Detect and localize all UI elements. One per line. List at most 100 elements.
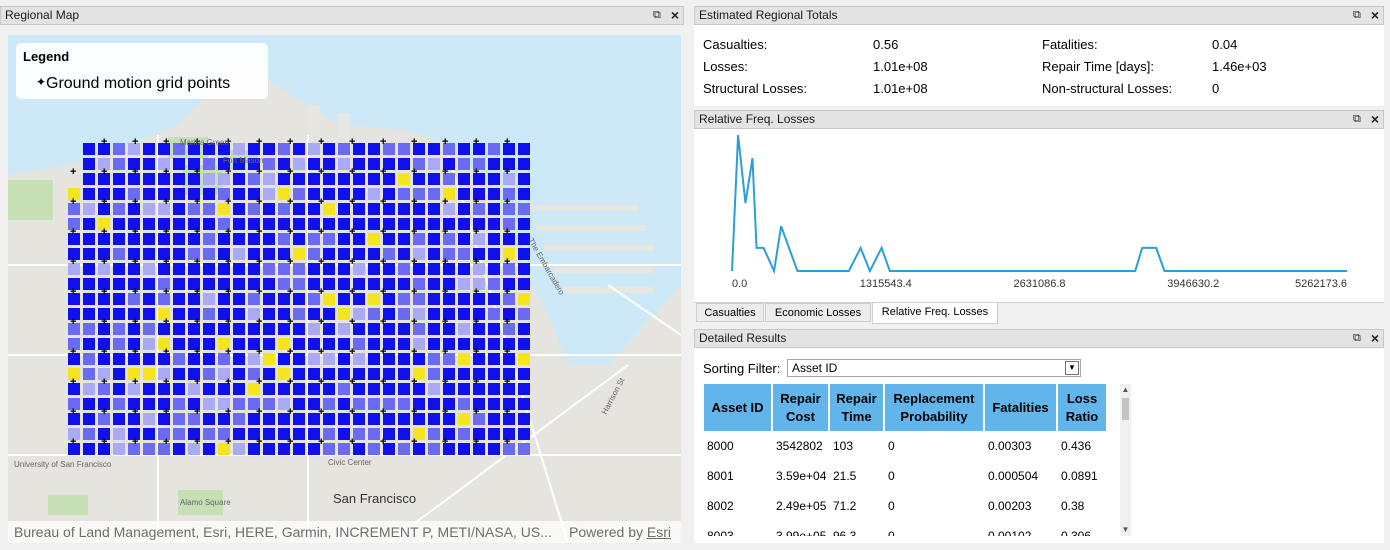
building-footprint	[428, 398, 440, 410]
table-row[interactable]: 8002 2.49e+05 71.2 0 0.00203 0.38	[704, 491, 1106, 521]
grid-point-marker: +	[225, 166, 231, 178]
building-footprint	[488, 278, 500, 290]
grid-point-marker: +	[287, 256, 293, 268]
sorting-filter-select[interactable]: Asset ID ▼	[787, 359, 1081, 377]
building-footprint	[428, 263, 440, 275]
building-footprint	[203, 248, 215, 260]
float-window-icon[interactable]: ⧉	[1353, 7, 1361, 24]
building-footprint	[173, 173, 185, 185]
building-footprint	[293, 233, 305, 245]
float-window-icon[interactable]: ⧉	[1353, 111, 1361, 128]
grid-point-marker: +	[194, 256, 200, 268]
building-footprint	[143, 263, 155, 275]
close-icon[interactable]: ×	[671, 7, 679, 24]
close-icon[interactable]: ×	[1371, 7, 1379, 24]
table-row[interactable]: 8003 3.99e+05 96.3 0 0.00102 0.306	[704, 521, 1106, 536]
scroll-down-icon[interactable]: ▼	[1120, 524, 1131, 536]
chevron-down-icon[interactable]: ▼	[1065, 361, 1079, 375]
grid-point-marker: +	[163, 316, 169, 328]
tab-casualties[interactable]: Casualties	[696, 303, 764, 322]
col-asset-id[interactable]: Asset ID	[704, 384, 773, 431]
building-footprint	[83, 203, 95, 215]
building-footprint	[233, 413, 245, 425]
building-footprint	[173, 323, 185, 335]
building-footprint	[518, 218, 530, 230]
building-footprint	[233, 263, 245, 275]
building-footprint	[458, 308, 470, 320]
building-footprint	[143, 353, 155, 365]
building-footprint	[83, 383, 95, 395]
close-icon[interactable]: ×	[1371, 330, 1379, 347]
building-footprint	[263, 188, 275, 200]
table-row[interactable]: 8000 3542802 103 0 0.00303 0.436	[704, 431, 1106, 461]
grid-point-marker: +	[504, 256, 510, 268]
esri-link[interactable]: Esri	[647, 524, 671, 540]
building-footprint	[518, 353, 530, 365]
table-cell: 71.2	[833, 499, 857, 513]
building-footprint	[488, 338, 500, 350]
scroll-thumb[interactable]	[1122, 398, 1129, 420]
building-footprint	[323, 443, 335, 455]
grid-point-marker: +	[287, 166, 293, 178]
grid-point-marker: +	[504, 166, 510, 178]
building-footprint	[83, 188, 95, 200]
map-view[interactable]: + + + + + + + + + + + + + + + + + + + + + + + + + + + + + + + + + + + + + + + +…	[8, 35, 681, 543]
grid-point-marker: +	[163, 256, 169, 268]
col-loss-ratio[interactable]: Loss Ratio	[1058, 384, 1106, 431]
building-footprint	[458, 353, 470, 365]
grid-point-marker: +	[194, 286, 200, 298]
grid-point-marker: +	[380, 346, 386, 358]
table-scrollbar[interactable]: ▲ ▼	[1120, 384, 1131, 536]
tab-economic-losses[interactable]: Economic Losses	[765, 303, 871, 322]
close-icon[interactable]: ×	[1371, 111, 1379, 128]
totals-panel-title: Estimated Regional Totals	[699, 8, 838, 22]
tab-relative-freq-losses[interactable]: Relative Freq. Losses	[872, 303, 998, 324]
building-footprint	[263, 278, 275, 290]
building-footprint	[458, 203, 470, 215]
grid-point-marker: +	[442, 436, 448, 448]
building-footprint	[518, 413, 530, 425]
building-footprint	[203, 383, 215, 395]
grid-point-marker: +	[70, 346, 76, 358]
grid-point-marker: +	[380, 136, 386, 148]
building-footprint	[203, 413, 215, 425]
grid-point-marker: +	[349, 256, 355, 268]
building-footprint	[263, 143, 275, 155]
building-footprint	[263, 263, 275, 275]
building-footprint	[323, 413, 335, 425]
building-footprint	[173, 338, 185, 350]
grid-point-marker: +	[132, 256, 138, 268]
building-footprint	[488, 368, 500, 380]
grid-point-marker: +	[442, 196, 448, 208]
building-footprint	[83, 323, 95, 335]
table-row[interactable]: 8001 3.59e+04 21.5 0 0.000504 0.0891	[704, 461, 1106, 491]
grid-point-marker: +	[163, 226, 169, 238]
grid-point-marker: +	[287, 316, 293, 328]
grid-point-marker: +	[318, 256, 324, 268]
building-footprint	[398, 278, 410, 290]
building-footprint	[488, 233, 500, 245]
table-header-row: Asset ID Repair Cost Repair Time Replaceme…	[704, 384, 1106, 431]
building-footprint	[173, 263, 185, 275]
building-footprint	[368, 278, 380, 290]
table-cell: 96.3	[833, 529, 857, 536]
building-footprint	[293, 173, 305, 185]
building-footprint	[263, 173, 275, 185]
building-footprint	[368, 158, 380, 170]
float-window-icon[interactable]: ⧉	[1353, 330, 1361, 347]
grid-point-marker: +	[473, 286, 479, 298]
col-repair-cost[interactable]: Repair Cost	[773, 384, 830, 431]
building-footprint	[203, 158, 215, 170]
col-replacement-probability[interactable]: Replacement Probability	[885, 384, 985, 431]
grid-point-marker: +	[163, 286, 169, 298]
col-fatalities[interactable]: Fatalities	[985, 384, 1058, 431]
grid-point-marker: +	[318, 376, 324, 388]
building-footprint	[233, 293, 245, 305]
sorting-filter-label: Sorting Filter:	[703, 361, 781, 376]
scroll-up-icon[interactable]: ▲	[1120, 384, 1131, 396]
float-window-icon[interactable]: ⧉	[653, 7, 661, 24]
col-repair-time[interactable]: Repair Time	[830, 384, 885, 431]
building-footprint	[173, 233, 185, 245]
building-footprint	[263, 398, 275, 410]
building-footprint	[293, 323, 305, 335]
